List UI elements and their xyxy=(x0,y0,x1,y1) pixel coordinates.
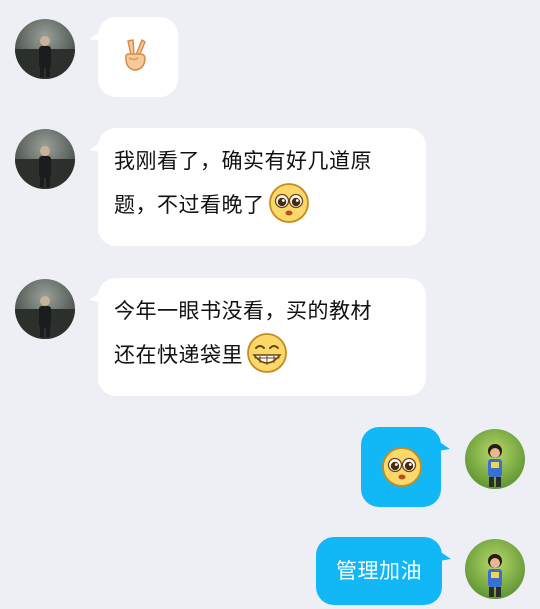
incoming-message-bubble[interactable] xyxy=(89,17,178,97)
pleading-face-icon xyxy=(267,181,311,225)
message-text: 管理加油 xyxy=(336,559,422,583)
contact-avatar[interactable] xyxy=(15,19,75,79)
outgoing-message-bubble[interactable]: 管理加油 xyxy=(316,537,451,605)
message-text-line: 题，不过看晚了 xyxy=(114,180,410,230)
message-text: 题，不过看晚了 xyxy=(114,193,265,217)
outgoing-message-bubble[interactable] xyxy=(361,427,450,507)
incoming-message-bubble[interactable]: 今年一眼书没看，买的教材 还在快递袋里 xyxy=(89,278,426,396)
pleading-face-icon xyxy=(382,447,422,487)
incoming-message-bubble[interactable]: 我刚看了，确实有好几道原 题，不过看晚了 xyxy=(89,128,426,246)
contact-avatar[interactable] xyxy=(15,279,75,339)
message-text: 还在快递袋里 xyxy=(114,343,243,367)
bubble-tail xyxy=(439,551,451,561)
message-text-line: 今年一眼书没看，买的教材 xyxy=(114,299,372,323)
my-avatar[interactable] xyxy=(465,429,525,489)
bubble-tail xyxy=(89,142,101,152)
bubble-tail xyxy=(89,292,101,302)
grinning-face-icon xyxy=(245,331,289,375)
message-text-line: 我刚看了，确实有好几道原 xyxy=(114,149,372,173)
message-text-line: 还在快递袋里 xyxy=(114,330,410,380)
my-avatar[interactable] xyxy=(465,539,525,599)
victory-hand-icon xyxy=(125,39,146,71)
bubble-tail xyxy=(438,441,450,451)
contact-avatar[interactable] xyxy=(15,129,75,189)
bubble-tail xyxy=(89,31,101,41)
